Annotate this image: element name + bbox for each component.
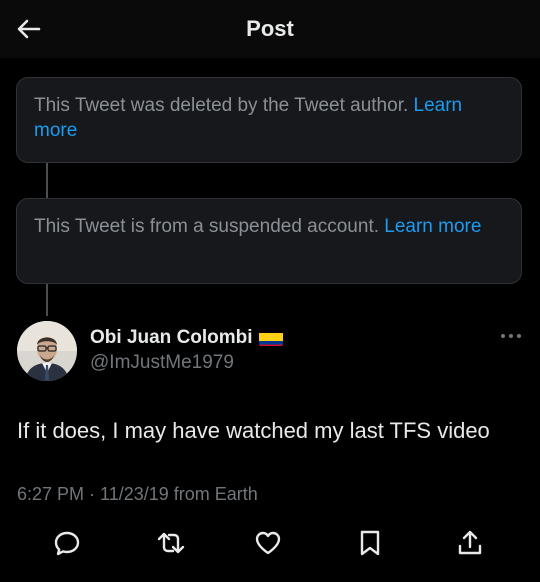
more-options-button[interactable] [500,330,522,342]
thread-connector [46,163,48,198]
share-icon [458,530,482,555]
author-handle[interactable]: @ImJustMe1979 [90,351,234,375]
learn-more-link-suspended[interactable]: Learn more [384,216,481,237]
page-title: Post [246,16,294,41]
more-dots-icon [501,334,521,338]
suspended-notice-text: This Tweet is from a suspended account. [34,216,385,237]
avatar[interactable] [17,321,77,381]
heart-icon [255,531,281,555]
suspended-account-notice: This Tweet is from a suspended account. … [16,198,522,284]
bookmark-button[interactable] [355,528,385,558]
tweet-text: If it does, I may have watched my last T… [17,418,490,443]
author-name[interactable]: Obi Juan Colombi [90,326,283,350]
retweet-button[interactable] [156,528,186,558]
action-bar [0,524,540,560]
colombia-flag-icon [258,331,283,346]
tweet-timestamp: 6:27 PM · 11/23/19 from Earth [17,484,258,504]
bookmark-icon [360,530,380,556]
like-button[interactable] [253,528,283,558]
share-button[interactable] [455,528,485,558]
avatar-image [17,321,77,381]
deleted-tweet-notice: This Tweet was deleted by the Tweet auth… [16,77,522,163]
deleted-notice-text: This Tweet was deleted by the Tweet auth… [34,95,414,116]
reply-icon [54,531,80,556]
author-name-text: Obi Juan Colombi [90,327,253,348]
retweet-icon [157,532,185,554]
top-bar: Post [0,0,540,58]
thread-connector [46,284,48,316]
reply-button[interactable] [52,528,82,558]
